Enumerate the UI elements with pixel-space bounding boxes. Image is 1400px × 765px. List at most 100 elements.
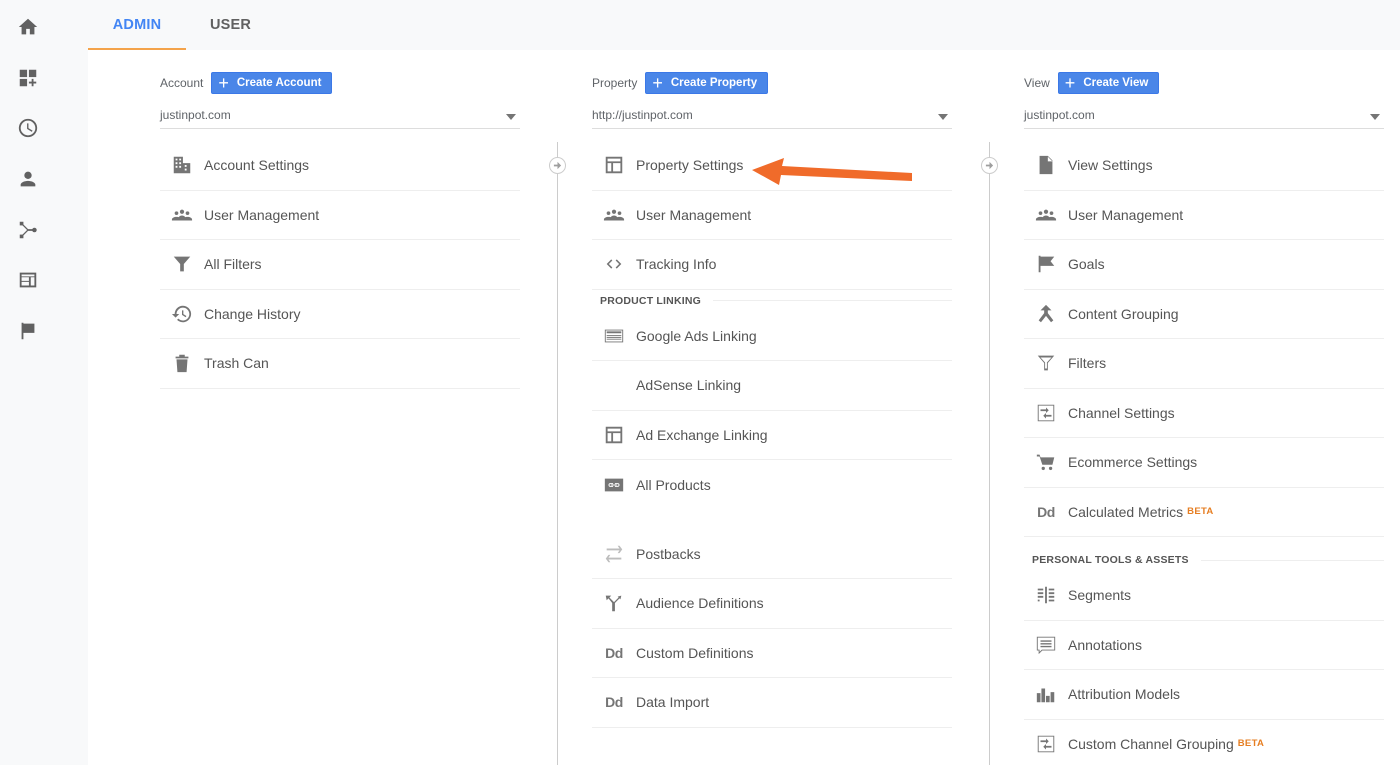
- dropdown-caret-icon: [506, 114, 516, 120]
- dropdown-caret-icon: [1370, 114, 1380, 120]
- dd-icon: Dd: [605, 644, 623, 661]
- menu-item-all-filters[interactable]: All Filters: [160, 240, 520, 290]
- menu-item-label: Property Settings: [636, 157, 744, 174]
- menu-item-data-import[interactable]: Dd Data Import: [592, 678, 952, 728]
- menu-item-label: Custom Channel Grouping: [1068, 735, 1234, 752]
- create-property-button[interactable]: + Create Property: [645, 72, 769, 94]
- section-personal-tools: PERSONAL TOOLS & ASSETS: [1024, 549, 1384, 571]
- menu-item-user-management[interactable]: User Management: [592, 191, 952, 240]
- menu-item-label: Account Settings: [204, 157, 310, 174]
- realtime-icon[interactable]: [16, 116, 40, 140]
- menu-item-view-settings[interactable]: View Settings: [1024, 141, 1384, 191]
- menu-item-label: Content Grouping: [1068, 305, 1179, 322]
- postbacks-icon: [592, 543, 636, 565]
- tab-admin[interactable]: ADMIN: [88, 0, 186, 50]
- menu-item-label: Tracking Info: [636, 256, 717, 273]
- menu-item-adsense-linking[interactable]: AdSense Linking: [592, 361, 952, 411]
- beta-badge: BETA: [1237, 738, 1265, 750]
- menu-item-channel-settings[interactable]: Channel Settings: [1024, 389, 1384, 438]
- home-icon[interactable]: [16, 15, 40, 39]
- section-title: PERSONAL TOOLS & ASSETS: [1032, 554, 1189, 566]
- channel-icon: [1024, 402, 1068, 424]
- menu-item-postbacks[interactable]: Postbacks: [592, 530, 952, 579]
- view-header: View + Create View: [1024, 72, 1160, 94]
- menu-item-label: Data Import: [636, 694, 710, 711]
- menu-item-google-ads-linking[interactable]: Google Ads Linking: [592, 312, 952, 361]
- property-label: Property: [592, 76, 638, 90]
- menu-item-user-management[interactable]: User Management: [1024, 191, 1384, 240]
- conversions-icon[interactable]: [16, 319, 40, 343]
- beta-badge: BETA: [1187, 506, 1214, 518]
- menu-item-goals[interactable]: Goals: [1024, 240, 1384, 290]
- dropdown-caret-icon: [938, 114, 948, 120]
- audience-icon[interactable]: [16, 167, 40, 191]
- menu-item-segments[interactable]: Segments: [1024, 571, 1384, 621]
- menu-item-annotations[interactable]: Annotations: [1024, 621, 1384, 670]
- menu-item-attribution-models[interactable]: Attribution Models: [1024, 670, 1384, 720]
- menu-item-label: Custom Definitions: [636, 644, 754, 661]
- menu-item-label: View Settings: [1068, 157, 1153, 174]
- menu-item-calculated-metrics[interactable]: Dd Calculated Metrics BETA: [1024, 488, 1384, 537]
- menu-item-label: Calculated Metrics: [1068, 503, 1184, 520]
- menu-item-audience-definitions[interactable]: Audience Definitions: [592, 579, 952, 629]
- create-property-label: Create Property: [670, 77, 758, 89]
- menu-item-ecommerce-settings[interactable]: Ecommerce Settings: [1024, 438, 1384, 488]
- property-selector[interactable]: http://justinpot.com: [592, 102, 952, 129]
- menu-item-label: Trash Can: [204, 355, 269, 372]
- menu-item-custom-definitions[interactable]: Dd Custom Definitions: [592, 629, 952, 678]
- property-menu: Property Settings User Management Tracki…: [592, 141, 952, 728]
- history-icon: [160, 303, 204, 325]
- create-view-button[interactable]: + Create View: [1057, 72, 1160, 94]
- fork-icon: [592, 592, 636, 614]
- segments-icon: [1024, 584, 1068, 606]
- section-title: PRODUCT LINKING: [600, 294, 701, 307]
- menu-item-custom-channel-grouping[interactable]: Custom Channel Grouping BETA: [1024, 720, 1384, 765]
- menu-item-account-settings[interactable]: Account Settings: [160, 141, 520, 191]
- view-label: View: [1024, 76, 1050, 90]
- account-selector[interactable]: justinpot.com: [160, 102, 520, 129]
- acquisition-icon[interactable]: [16, 218, 40, 242]
- menu-item-label: User Management: [204, 206, 320, 223]
- account-menu: Account Settings User Management All Fil…: [160, 141, 520, 389]
- menu-item-label: Ad Exchange Linking: [636, 426, 768, 443]
- create-view-label: Create View: [1083, 77, 1149, 89]
- menu-item-change-history[interactable]: Change History: [160, 290, 520, 339]
- menu-item-label: Goals: [1068, 256, 1105, 273]
- section-divider: [1200, 559, 1384, 561]
- menu-item-label: Postbacks: [636, 545, 701, 562]
- menu-item-content-grouping[interactable]: Content Grouping: [1024, 290, 1384, 339]
- menu-item-tracking-info[interactable]: Tracking Info: [592, 240, 952, 290]
- admin-tabs: ADMIN USER: [88, 0, 267, 50]
- view-menu: View Settings User Management Goals Cont…: [1024, 141, 1384, 765]
- tab-user[interactable]: USER: [194, 0, 267, 50]
- menu-item-all-products[interactable]: All Products: [592, 460, 952, 510]
- menu-item-label: Attribution Models: [1068, 686, 1181, 703]
- menu-item-user-management[interactable]: User Management: [160, 191, 520, 240]
- menu-item-label: User Management: [636, 206, 752, 223]
- menu-item-ad-exchange-linking[interactable]: Ad Exchange Linking: [592, 411, 952, 460]
- account-selected-value: justinpot.com: [160, 108, 231, 122]
- layout-icon: [592, 424, 636, 446]
- dd-icon: Dd: [1037, 503, 1055, 520]
- layout-icon: [592, 154, 636, 176]
- people-icon: [1024, 204, 1068, 226]
- menu-item-label: Change History: [204, 305, 301, 322]
- section-product-linking: PRODUCT LINKING: [592, 290, 952, 312]
- column-divider: [989, 142, 990, 765]
- menu-item-label: Channel Settings: [1068, 404, 1175, 421]
- customization-icon[interactable]: [16, 66, 40, 90]
- view-selector[interactable]: justinpot.com: [1024, 102, 1384, 129]
- property-header: Property + Create Property: [592, 72, 769, 94]
- menu-item-filters[interactable]: Filters: [1024, 339, 1384, 389]
- behavior-icon[interactable]: [16, 268, 40, 292]
- plus-icon: +: [652, 73, 663, 93]
- annotation-arrow-icon: [752, 158, 912, 185]
- arrow-right-icon: [549, 157, 566, 174]
- create-account-button[interactable]: + Create Account: [211, 72, 333, 94]
- merge-icon: [1024, 303, 1068, 325]
- flag-icon: [1024, 253, 1068, 275]
- menu-item-trash-can[interactable]: Trash Can: [160, 339, 520, 389]
- menu-item-label: Filters: [1068, 355, 1107, 372]
- building-icon: [160, 154, 204, 176]
